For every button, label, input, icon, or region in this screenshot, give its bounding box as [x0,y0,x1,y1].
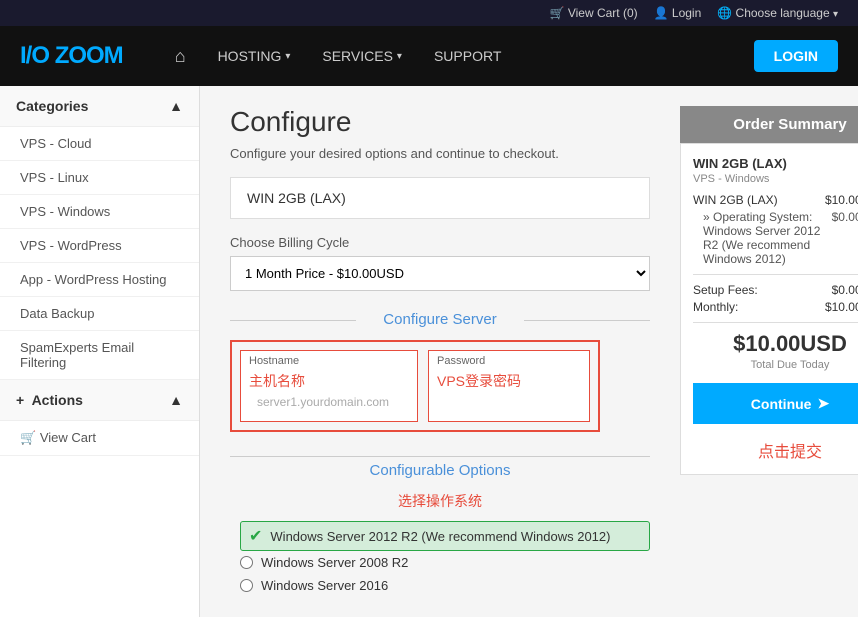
configure-server-title: Configure Server [230,311,650,328]
summary-header: Order Summary [680,106,858,143]
sidebar-item-spamexperts[interactable]: SpamExperts Email Filtering [0,331,199,380]
configurable-options-section: Configurable Options [230,446,650,485]
password-hint: VPS登录密码 [429,367,589,397]
sidebar-item-vps-windows[interactable]: VPS - Windows [0,195,199,229]
summary-product-name: WIN 2GB (LAX) [693,156,858,171]
content-area: Configure Configure your desired options… [200,86,680,617]
summary-due: Total Due Today [693,359,858,371]
summary-product-type: VPS - Windows [693,173,858,185]
summary-line-2: » Operating System: Windows Server 2012 … [693,210,858,266]
categories-label: Categories [16,98,88,114]
support-button[interactable]: SUPPORT [422,40,513,72]
os-option-0[interactable]: ✔ Windows Server 2012 R2 (We recommend W… [240,521,650,551]
os-radio-1[interactable] [240,556,253,569]
sidebar-item-vps-wordpress[interactable]: VPS - WordPress [0,229,199,263]
summary-divider-2 [693,322,858,323]
user-icon [654,6,672,20]
configurable-options-subtitle: 选择操作系统 [230,491,650,511]
login-button[interactable]: LOGIN [754,40,838,72]
sidebar-item-vps-cloud[interactable]: VPS - Cloud [0,127,199,161]
collapse-icon: ▲ [169,392,183,408]
hostname-field-box: Hostname 主机名称 [240,350,418,422]
checkmark-icon: ✔ [249,526,262,546]
summary-monthly: Monthly: $10.00USD [693,300,858,314]
services-menu[interactable]: SERVICES ▾ [310,40,414,72]
main-layout: Categories ▲ VPS - Cloud VPS - Linux VPS… [0,86,858,617]
summary-body: WIN 2GB (LAX) VPS - Windows WIN 2GB (LAX… [680,143,858,475]
continue-button[interactable]: Continue ➤ [693,383,858,424]
billing-cycle-select[interactable]: 1 Month Price - $10.00USD 3 Month Price … [230,256,650,291]
categories-header: Categories ▲ [0,86,199,127]
billing-cycle-group: Choose Billing Cycle 1 Month Price - $10… [230,235,650,291]
cart-icon [550,6,568,20]
os-radio-2[interactable] [240,579,253,592]
configurable-options-title: Configurable Options [360,462,521,479]
chevron-down-icon: ▾ [285,51,290,62]
home-button[interactable]: ⌂ [163,38,198,75]
hostname-input[interactable] [249,391,409,415]
arrow-right-icon: ➤ [817,395,829,412]
os-option-1[interactable]: Windows Server 2008 R2 [240,551,650,574]
nav-links: ⌂ HOSTING ▾ SERVICES ▾ SUPPORT LOGIN [163,38,838,75]
os-options-group: ✔ Windows Server 2012 R2 (We recommend W… [240,521,650,597]
password-label: Password [429,351,589,367]
collapse-icon: ▲ [169,98,183,114]
submit-hint: 点击提交 [693,438,858,462]
page-subtitle: Configure your desired options and conti… [230,146,650,161]
password-field-box: Password VPS登录密码 [428,350,590,422]
hosting-menu[interactable]: HOSTING ▾ [206,40,303,72]
navbar: I/O ZOOM ⌂ HOSTING ▾ SERVICES ▾ SUPPORT … [0,26,858,86]
language-link[interactable]: Choose language ▾ [717,6,838,20]
hostname-hint: 主机名称 [241,367,417,421]
summary-line-1: WIN 2GB (LAX) $10.00USD [693,193,858,207]
actions-label: + Actions [16,392,83,408]
hostname-label: Hostname [241,351,417,367]
sidebar-item-app-wordpress[interactable]: App - WordPress Hosting [0,263,199,297]
page-title: Configure [230,106,650,138]
language-icon [717,6,735,20]
summary-setup-fees: Setup Fees: $0.00USD [693,283,858,297]
chevron-down-icon: ▾ [397,51,402,62]
server-fields-wrapper: Hostname 主机名称 Password VPS登录密码 [230,340,600,432]
order-summary: Order Summary WIN 2GB (LAX) VPS - Window… [680,106,858,617]
view-cart-link[interactable]: View Cart (0) [550,6,638,20]
sidebar-item-view-cart[interactable]: 🛒 View Cart [0,421,199,456]
actions-header: + Actions ▲ [0,380,199,421]
product-box: WIN 2GB (LAX) [230,177,650,219]
cart-icon-sm: 🛒 [20,430,40,445]
summary-divider [693,274,858,275]
plus-icon: + [16,392,24,408]
sidebar: Categories ▲ VPS - Cloud VPS - Linux VPS… [0,86,200,617]
chevron-down-icon: ▾ [833,9,838,20]
billing-cycle-label: Choose Billing Cycle [230,235,650,250]
logo: I/O ZOOM [20,42,123,70]
os-option-2[interactable]: Windows Server 2016 [240,574,650,597]
sidebar-item-vps-linux[interactable]: VPS - Linux [0,161,199,195]
top-bar: View Cart (0) Login Choose language ▾ [0,0,858,26]
summary-total: $10.00USD [693,331,858,357]
password-input[interactable] [429,397,589,417]
sidebar-item-data-backup[interactable]: Data Backup [0,297,199,331]
login-link[interactable]: Login [654,6,702,20]
